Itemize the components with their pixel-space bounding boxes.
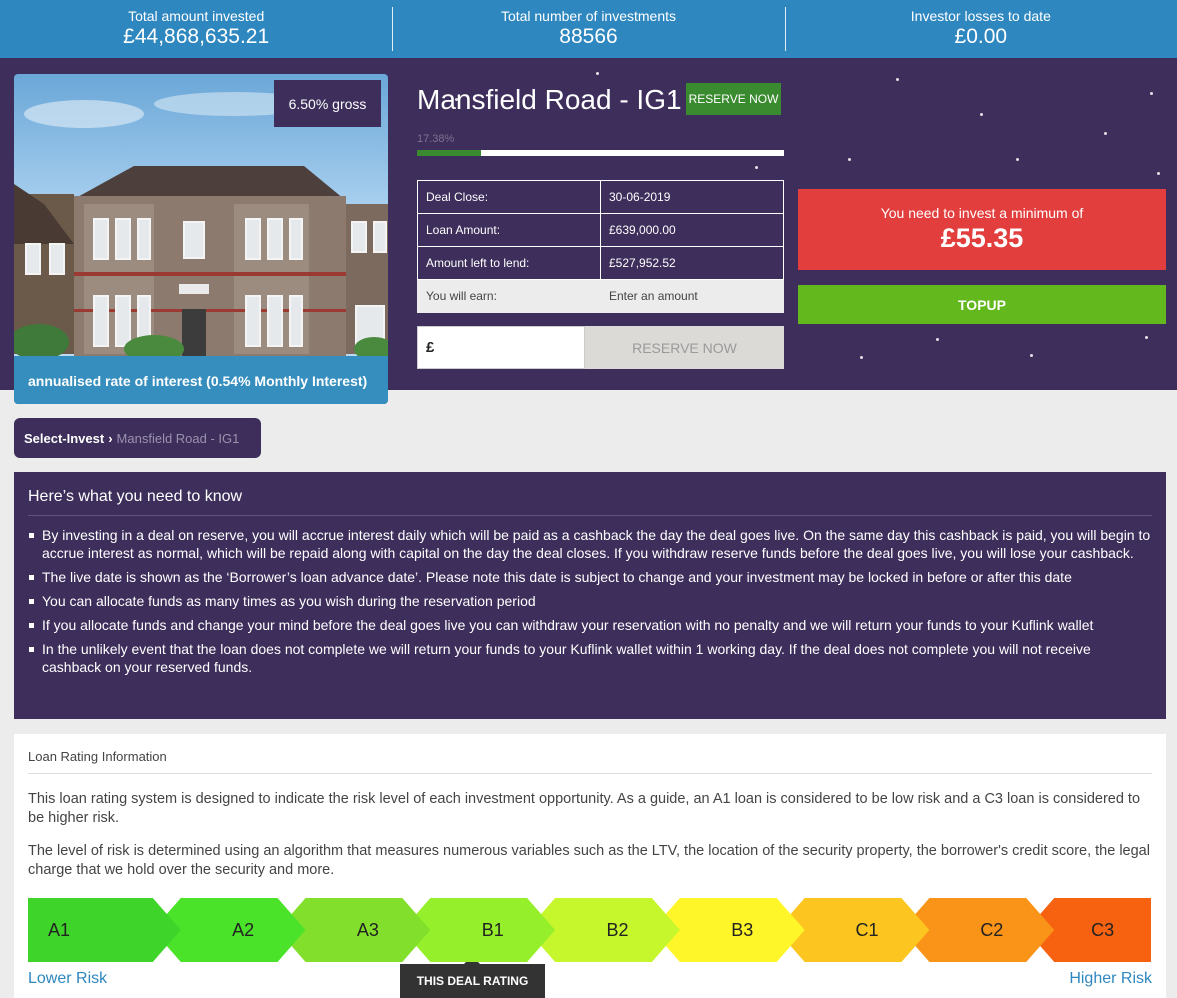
list-item: You can allocate funds as many times as …	[28, 592, 1152, 610]
progress-label: 17.38%	[417, 133, 455, 145]
rating-title: Loan Rating Information	[28, 749, 1152, 774]
rating-methodology: The level of risk is determined using an…	[28, 843, 1150, 878]
star-decoration	[848, 158, 851, 161]
star-decoration	[596, 72, 599, 75]
table-row: Loan Amount: £639,000.00	[417, 213, 784, 247]
info-title: Here’s what you need to know	[28, 488, 1152, 516]
funding-progress-bar	[417, 150, 784, 156]
stat-value: £0.00	[954, 25, 1008, 48]
star-decoration	[1157, 172, 1160, 175]
deal-details-table: Deal Close: 30-06-2019 Loan Amount: £639…	[417, 180, 784, 313]
table-row: Deal Close: 30-06-2019	[417, 180, 784, 214]
topup-button[interactable]: TOPUP	[798, 285, 1166, 324]
star-decoration	[896, 78, 899, 81]
list-item: The live date is shown as the ‘Borrower’…	[28, 568, 1152, 586]
minimum-label: You need to invest a minimum of	[880, 205, 1084, 221]
stat-total-invested: Total amount invested £44,868,635.21	[0, 0, 392, 58]
photo-caption: annualised rate of interest (0.54% Month…	[14, 356, 388, 404]
loan-rating-panel: Loan Rating Information This loan rating…	[14, 734, 1166, 998]
stat-label: Investor losses to date	[910, 8, 1051, 24]
star-decoration	[980, 113, 983, 116]
star-decoration	[1145, 336, 1148, 339]
star-decoration	[1030, 354, 1033, 357]
funding-progress-fill	[417, 150, 481, 156]
stat-investment-count: Total number of investments 88566	[392, 0, 784, 58]
amount-input[interactable]: £	[417, 326, 585, 369]
list-item: In the unlikely event that the loan does…	[28, 640, 1152, 676]
risk-rating-scale: A1 A2 A3 B1 B2 B3 C1 C2 C3	[28, 898, 1151, 962]
currency-symbol: £	[426, 339, 435, 356]
table-row: You will earn: Enter an amount	[417, 279, 784, 313]
stat-investor-losses: Investor losses to date £0.00	[784, 0, 1177, 58]
property-photo: 6.50% gross annualised rate of interest …	[14, 74, 388, 404]
minimum-investment-notice: You need to invest a minimum of £55.35	[798, 189, 1166, 270]
rating-description: This loan rating system is designed to i…	[28, 791, 1141, 826]
star-decoration	[755, 166, 758, 169]
row-label: Loan Amount:	[417, 213, 601, 247]
list-item: If you allocate funds and change your mi…	[28, 616, 1152, 634]
star-decoration	[1016, 158, 1019, 161]
star-decoration	[860, 356, 863, 359]
stat-value: 88566	[559, 25, 618, 48]
minimum-value: £55.35	[940, 223, 1024, 253]
list-item: By investing in a deal on reserve, you w…	[28, 526, 1152, 562]
row-value: £639,000.00	[600, 213, 784, 247]
row-label: You will earn:	[417, 279, 601, 313]
breadcrumb-current: Mansfield Road - IG1	[116, 430, 240, 446]
lower-risk-label: Lower Risk	[28, 970, 108, 987]
star-decoration	[1150, 92, 1153, 95]
stat-label: Total number of investments	[500, 8, 677, 24]
row-label: Amount left to lend:	[417, 246, 601, 280]
stat-label: Total amount invested	[128, 8, 265, 24]
star-decoration	[1104, 132, 1107, 135]
deal-title: Mansfield Road - IG1	[417, 84, 682, 115]
higher-risk-label: Higher Risk	[1069, 970, 1152, 987]
table-row: Amount left to lend: £527,952.52	[417, 246, 784, 280]
stats-bar: Total amount invested £44,868,635.21 Tot…	[0, 0, 1177, 58]
star-decoration	[936, 338, 939, 341]
breadcrumb-home-link[interactable]: Select-Invest	[24, 431, 104, 446]
row-label: Deal Close:	[417, 180, 601, 214]
reserve-info-panel: Here’s what you need to know By investin…	[14, 472, 1166, 719]
row-value: £527,952.52	[600, 246, 784, 280]
gross-rate-badge: 6.50% gross	[274, 80, 381, 127]
this-deal-rating-marker: THIS DEAL RATING	[400, 956, 545, 998]
info-list: By investing in a deal on reserve, you w…	[28, 526, 1152, 676]
row-value: 30-06-2019	[600, 180, 784, 214]
breadcrumb: Select-Invest › Mansfield Road - IG1	[14, 418, 261, 458]
row-value: Enter an amount	[600, 279, 784, 313]
rating-grade-a1: A1	[28, 898, 181, 962]
breadcrumb-separator: ›	[108, 430, 113, 446]
reserve-now-button[interactable]: RESERVE NOW	[686, 83, 781, 115]
stat-value: £44,868,635.21	[123, 25, 270, 48]
reserve-now-submit-button[interactable]: RESERVE NOW	[585, 326, 784, 369]
investment-form: £ RESERVE NOW	[417, 326, 784, 369]
